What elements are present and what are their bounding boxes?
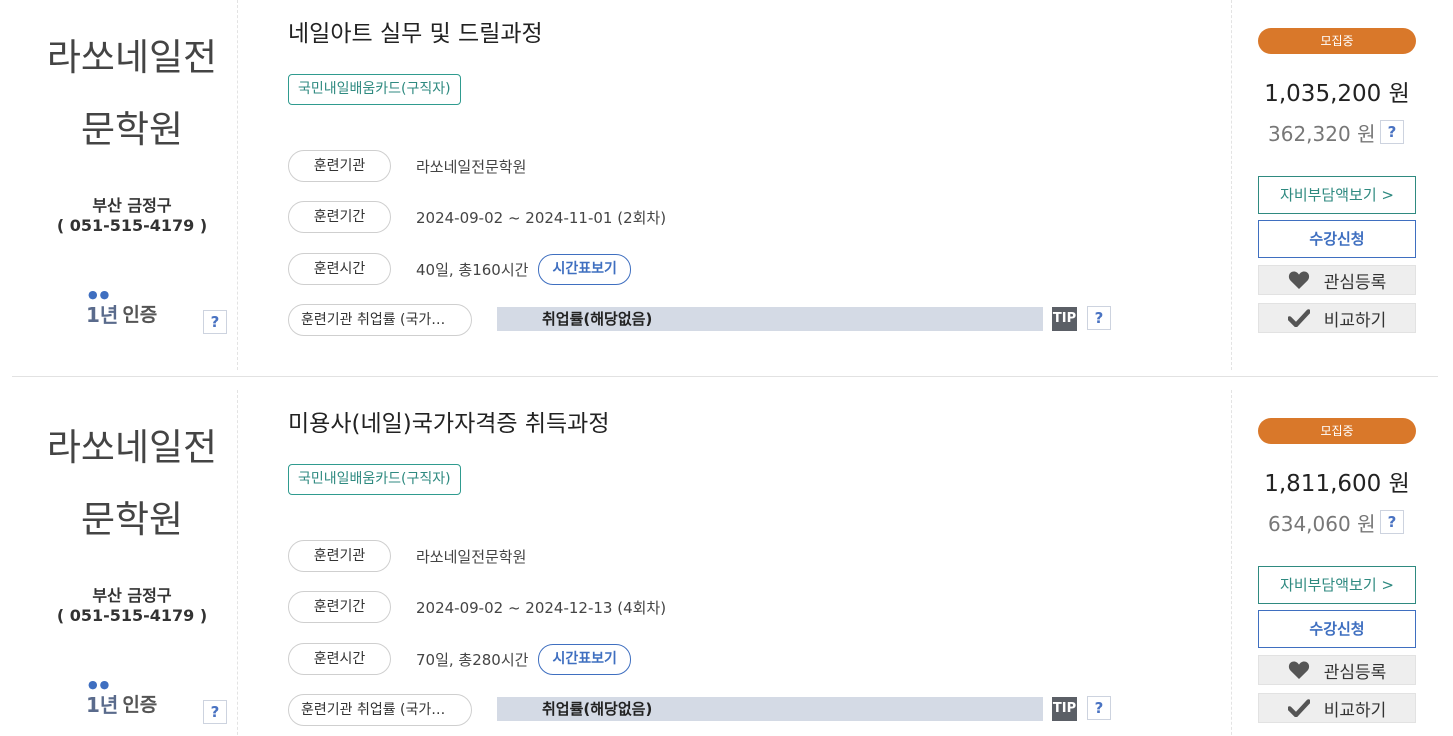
course-info-panel: 네일아트 실무 및 드릴과정 국민내일배움카드(구직자) 훈련기관 라쏘네일전문… [238,0,1232,370]
course-price: 1,035,200 원 [1264,81,1410,107]
institution-value: 라쏘네일전문학원 [416,547,527,566]
period-row: 훈련기간 2024-09-02 ~ 2024-11-01 (2회차) [288,201,666,233]
course-title[interactable]: 미용사(네일)국가자격증 취득과정 [288,404,610,438]
course-card: 라쏘네일전 문학원 부산 금정구 ( 051-515-4179 ) ●● 1년 … [0,0,1453,370]
certification-dots-icon: ●● [88,678,112,691]
compare-button[interactable]: 비교하기 [1258,693,1416,723]
cert-label: 인증 [122,304,158,326]
employment-bar: 취업률(해당없음) [497,307,1043,331]
self-pay-amount: 634,060 원 [1268,512,1376,536]
employment-value: 취업률(해당없음) [542,310,653,328]
period-value: 2024-09-02 ~ 2024-12-13 (4회차) [416,598,667,617]
hours-value: 70일, 총280시간 [416,650,529,669]
hours-row: 훈련시간 40일, 총160시간 시간표보기 [288,253,631,285]
self-pay-amount: 362,320 원 [1268,122,1376,146]
compare-button[interactable]: 비교하기 [1258,303,1416,333]
institution-label: 훈련기관 [288,150,391,182]
period-label: 훈련기간 [288,591,391,623]
card-type-tag: 국민내일배움카드(구직자) [288,464,461,495]
status-badge: 모집중 [1258,28,1416,54]
compare-label: 비교하기 [1323,700,1387,721]
institution-panel: 라쏘네일전 문학원 부산 금정구 ( 051-515-4179 ) ●● 1년 … [0,390,238,736]
location-text: 부산 금정구 [92,586,172,605]
cert-number: ●● 1년 [86,288,119,327]
timetable-button[interactable]: 시간표보기 [538,643,631,675]
cert-number: ●● 1년 [86,678,119,717]
card-type-tag: 국민내일배움카드(구직자) [288,74,461,105]
favorite-label: 관심등록 [1323,272,1387,293]
institution-value: 라쏘네일전문학원 [416,157,527,176]
course-title[interactable]: 네일아트 실무 및 드릴과정 [288,14,543,48]
period-value: 2024-09-02 ~ 2024-11-01 (2회차) [416,208,667,227]
institution-name-line1: 라쏘네일전 [46,426,218,469]
card-divider [12,376,1438,377]
compare-label: 비교하기 [1323,310,1387,331]
phone-text: ( 051-515-4179 ) [56,606,208,625]
tip-badge[interactable]: TIP [1052,307,1077,331]
employment-value: 취업률(해당없음) [542,700,653,718]
course-card: 라쏘네일전 문학원 부산 금정구 ( 051-515-4179 ) ●● 1년 … [0,390,1453,736]
institution-name-line1: 라쏘네일전 [46,36,218,79]
institution-row: 훈련기관 라쏘네일전문학원 [288,150,526,182]
employment-help-button[interactable]: ? [1087,306,1111,330]
certification-badge: ●● 1년 인증 [86,288,158,328]
institution-location: 부산 금정구 ( 051-515-4179 ) [28,196,236,236]
certification-dots-icon: ●● [88,288,112,301]
checkmark-icon [1287,699,1310,717]
hours-value: 40일, 총160시간 [416,260,529,279]
period-label: 훈련기간 [288,201,391,233]
institution-name-line2: 문학원 [80,108,184,151]
employment-label[interactable]: 훈련기관 취업률 (국가… [288,304,472,336]
heart-icon [1288,660,1310,680]
self-pay-help-button[interactable]: ? [1380,510,1404,534]
institution-name[interactable]: 라쏘네일전 문학원 [28,412,236,556]
timetable-button[interactable]: 시간표보기 [538,253,631,285]
period-row: 훈련기간 2024-09-02 ~ 2024-12-13 (4회차) [288,591,666,623]
institution-name[interactable]: 라쏘네일전 문학원 [28,22,236,166]
status-badge: 모집중 [1258,418,1416,444]
cert-help-button[interactable]: ? [203,700,227,724]
apply-button[interactable]: 수강신청 [1258,610,1416,648]
hours-label: 훈련시간 [288,643,391,675]
favorite-button[interactable]: 관심등록 [1258,265,1416,295]
institution-panel: 라쏘네일전 문학원 부산 금정구 ( 051-515-4179 ) ●● 1년 … [0,0,238,370]
self-pay-button[interactable]: 자비부담액보기 > [1258,176,1416,214]
institution-location: 부산 금정구 ( 051-515-4179 ) [28,586,236,626]
favorite-label: 관심등록 [1323,662,1387,683]
favorite-button[interactable]: 관심등록 [1258,655,1416,685]
location-text: 부산 금정구 [92,196,172,215]
course-price: 1,811,600 원 [1264,471,1410,497]
hours-label: 훈련시간 [288,253,391,285]
price-panel: 모집중 1,811,600 원 634,060 원 ? 자비부담액보기 > 수강… [1232,390,1453,736]
cert-label: 인증 [122,694,158,716]
hours-row: 훈련시간 70일, 총280시간 시간표보기 [288,643,631,675]
self-pay-button[interactable]: 자비부담액보기 > [1258,566,1416,604]
self-pay-help-button[interactable]: ? [1380,120,1404,144]
price-panel: 모집중 1,035,200 원 362,320 원 ? 자비부담액보기 > 수강… [1232,0,1453,370]
employment-help-button[interactable]: ? [1087,696,1111,720]
cert-help-button[interactable]: ? [203,310,227,334]
employment-label[interactable]: 훈련기관 취업률 (국가… [288,694,472,726]
course-info-panel: 미용사(네일)국가자격증 취득과정 국민내일배움카드(구직자) 훈련기관 라쏘네… [238,390,1232,736]
institution-row: 훈련기관 라쏘네일전문학원 [288,540,526,572]
institution-name-line2: 문학원 [80,498,184,541]
tip-badge[interactable]: TIP [1052,697,1077,721]
employment-bar: 취업률(해당없음) [497,697,1043,721]
apply-button[interactable]: 수강신청 [1258,220,1416,258]
certification-badge: ●● 1년 인증 [86,678,158,718]
heart-icon [1288,270,1310,290]
institution-label: 훈련기관 [288,540,391,572]
checkmark-icon [1287,309,1310,327]
phone-text: ( 051-515-4179 ) [56,216,208,235]
